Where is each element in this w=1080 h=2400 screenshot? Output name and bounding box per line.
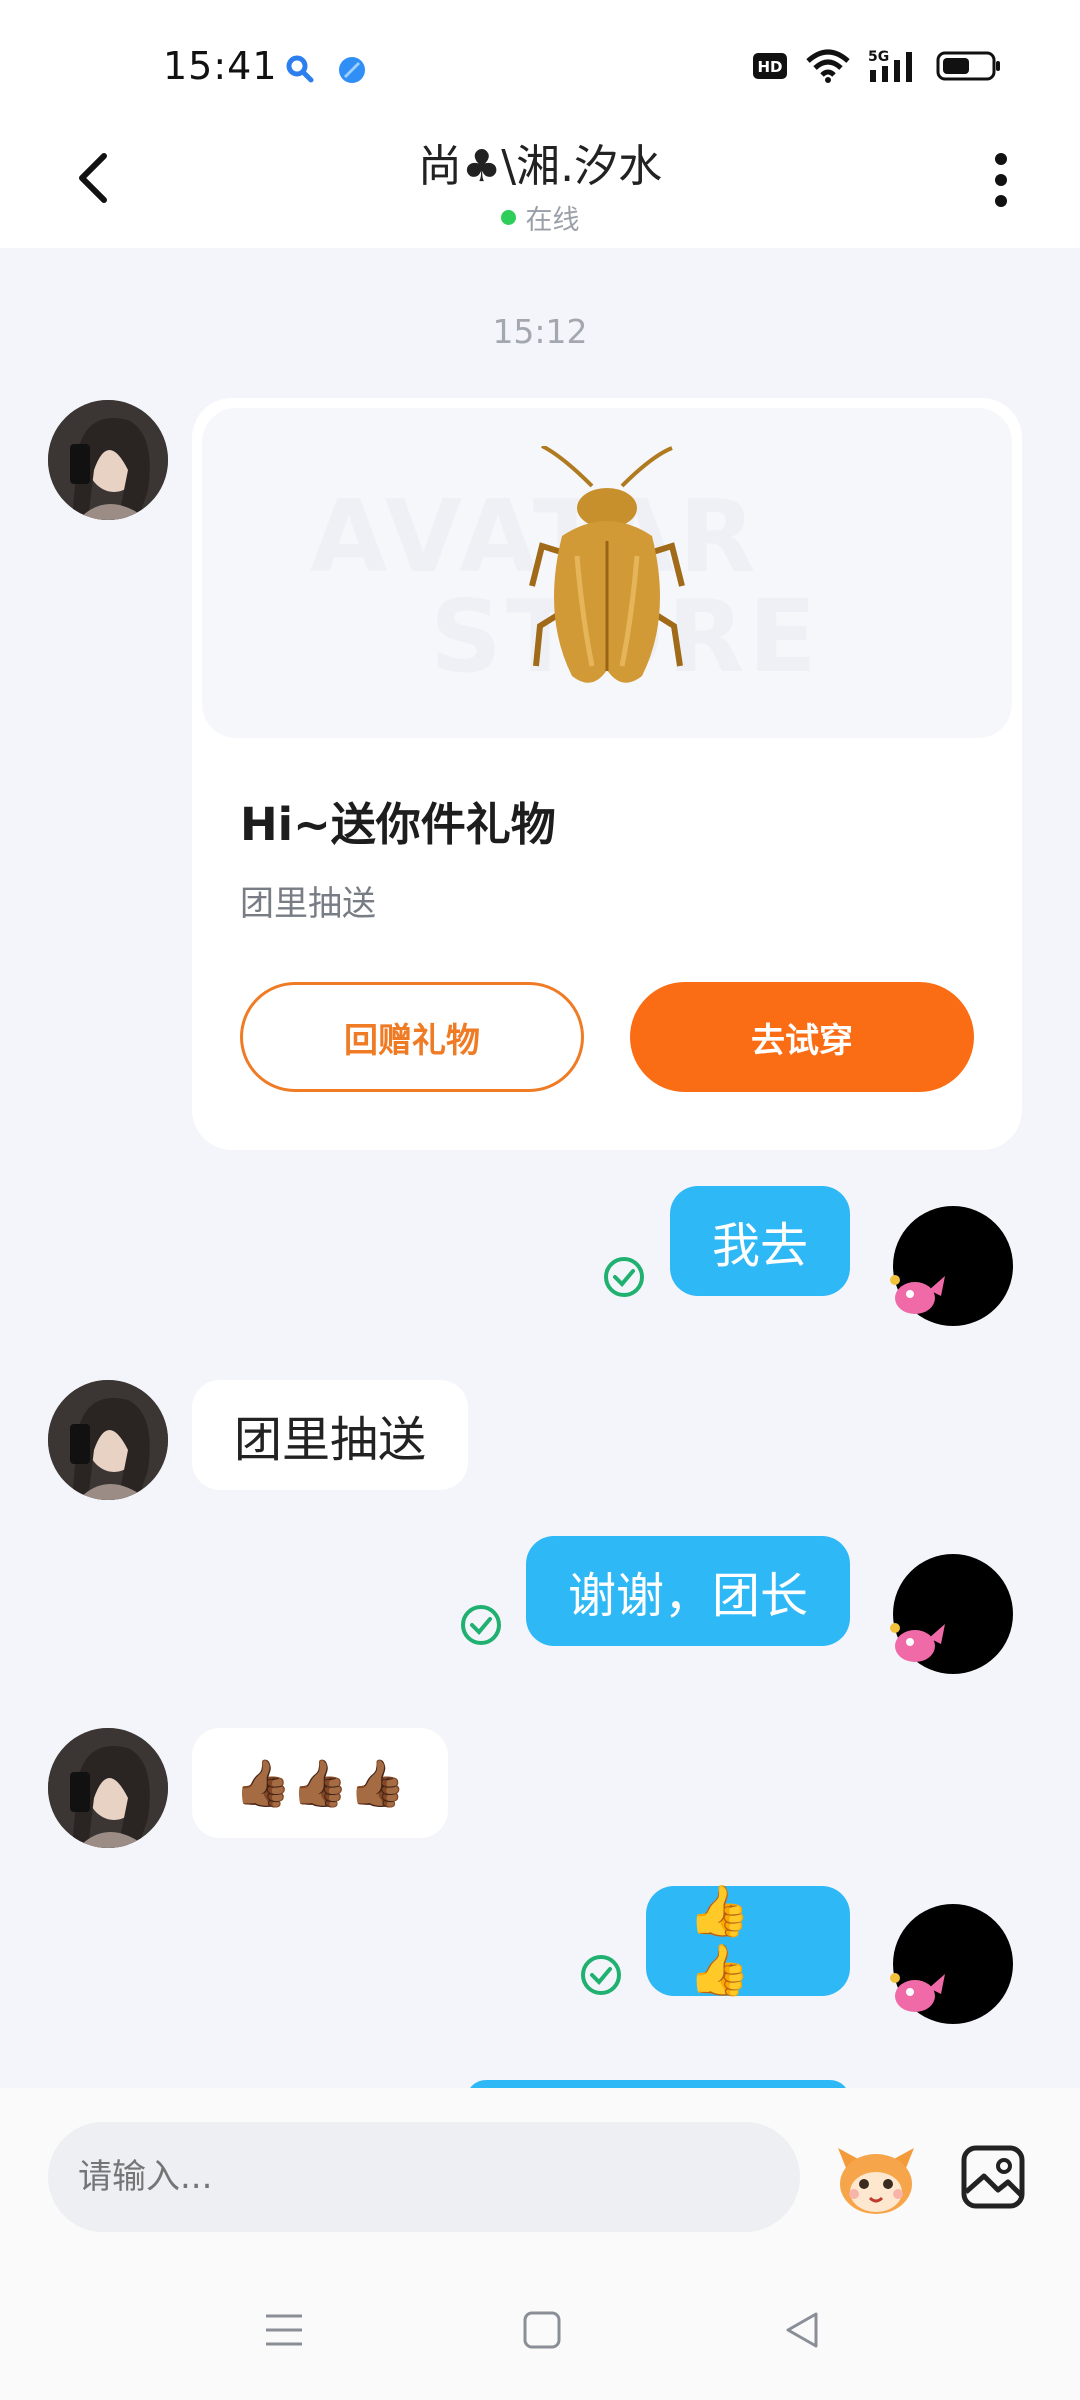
return-gift-button[interactable]: 回赠礼物 xyxy=(240,982,584,1092)
message-bubble-received[interactable]: 团里抽送 xyxy=(192,1380,469,1490)
gift-card[interactable]: AVATAR STORE Hi~送你件礼物 团里抽送 回赠礼物 去试穿 xyxy=(192,398,1022,1150)
try-on-button[interactable]: 去试穿 xyxy=(630,982,974,1092)
gift-image[interactable]: AVATAR STORE xyxy=(202,408,1012,738)
my-avatar[interactable] xyxy=(890,1904,1013,2024)
contact-avatar[interactable] xyxy=(48,400,168,520)
contact-avatar[interactable] xyxy=(48,1380,168,1500)
online-status: 在线 xyxy=(0,198,1080,237)
more-options-button[interactable] xyxy=(994,152,1008,208)
gift-subtitle: 团里抽送 xyxy=(240,884,376,924)
message-bubble-sent[interactable]: 谢谢，团长 xyxy=(526,1536,850,1646)
gift-title: Hi~送你件礼物 xyxy=(240,798,556,851)
read-check-icon xyxy=(461,1605,501,1645)
message-input[interactable] xyxy=(48,2122,800,2232)
image-icon xyxy=(961,2145,1025,2209)
search-app-icon xyxy=(285,54,315,88)
emoji-mascot-button[interactable] xyxy=(830,2138,922,2218)
mascot-emoji-icon xyxy=(838,2148,914,2214)
browser-app-icon xyxy=(336,54,368,90)
battery-icon xyxy=(936,51,1002,85)
nav-back-button[interactable] xyxy=(782,2310,822,2354)
contact-name: 尚♣\湘.汐水 xyxy=(417,141,663,192)
nav-home-button[interactable] xyxy=(522,2310,562,2354)
home-icon xyxy=(523,2311,561,2349)
menu-icon xyxy=(266,2314,302,2346)
title-area: 尚♣\湘.汐水 在线 xyxy=(0,130,1080,237)
hd-icon: HD xyxy=(752,52,788,84)
message-bubble-sent[interactable]: 👍👍 xyxy=(646,1882,850,1999)
wifi-icon xyxy=(806,49,850,87)
my-avatar[interactable] xyxy=(890,1206,1013,1326)
cockroach-icon xyxy=(529,446,685,683)
message-timestamp: 15:12 xyxy=(492,312,588,351)
message-bubble-received[interactable]: 👍🏾👍🏾👍🏾 xyxy=(192,1728,448,1838)
svg-text:5G: 5G xyxy=(868,49,889,65)
online-status-label: 在线 xyxy=(525,205,580,236)
input-bar xyxy=(0,2088,1080,2400)
nav-menu-button[interactable] xyxy=(264,2310,304,2354)
message-bubble-sent[interactable]: 我去 xyxy=(670,1186,850,1296)
back-triangle-icon xyxy=(786,2312,818,2348)
read-check-icon xyxy=(581,1955,621,1995)
read-check-icon xyxy=(604,1257,644,1297)
image-picker-button[interactable] xyxy=(960,2144,1026,2210)
more-vertical-icon xyxy=(995,153,1007,207)
my-avatar[interactable] xyxy=(890,1554,1013,1674)
status-right-group: HD 5G xyxy=(752,48,1002,88)
status-bar: 15:41 HD 5G xyxy=(0,0,1080,118)
status-time: 15:41 xyxy=(163,44,278,88)
online-dot-icon xyxy=(500,210,516,225)
5g-signal-icon: 5G xyxy=(868,48,918,88)
chat-header: 尚♣\湘.汐水 在线 xyxy=(0,118,1080,248)
contact-avatar[interactable] xyxy=(48,1728,168,1848)
svg-text:HD: HD xyxy=(757,58,782,76)
